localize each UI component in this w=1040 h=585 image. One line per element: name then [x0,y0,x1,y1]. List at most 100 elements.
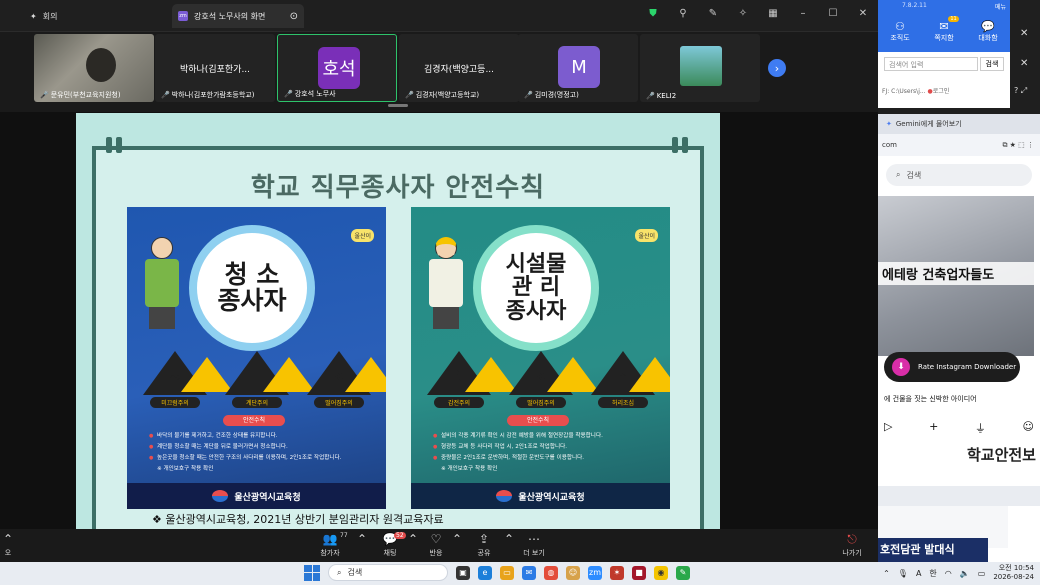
sparkle-icon[interactable]: ✧ [736,8,750,19]
tab-share-label: 강호석 노무사의 화면 [194,11,266,21]
slide-title: 학교 직무종사자 안전수칙 [250,173,546,203]
share-label: 공유 [477,549,491,557]
react-label: 반응 [429,549,443,557]
search-icon: ⌕ [337,567,342,577]
close-icon[interactable]: ✕ [1020,28,1028,39]
minimize-button[interactable]: – [796,8,810,19]
app-icon[interactable]: ☺ [566,565,580,580]
tab-messages[interactable]: ✉ 쪽지함 11 [934,16,959,43]
warning-sign: ⤳ 미끄럼주의 [141,351,233,411]
rule-note: ※ 개인보호구 착용 확인 [157,466,214,472]
participant-name: KELI2 [656,92,677,100]
tab-label: 조직도 [890,34,910,42]
clip-decoration [672,137,678,153]
warning-sign: ↯ 떨어짐주의 [305,351,386,411]
chevron-up-icon[interactable]: ⌃ [883,569,890,578]
help-icon[interactable]: ? ⤢ [1014,86,1027,96]
mascot-logo: 울산이 [351,229,374,242]
clock[interactable]: 오전 10:54 2026-08-24 [993,564,1034,582]
app-icon[interactable]: ✎ [676,565,690,580]
volume-icon[interactable]: 🔈 [960,569,970,578]
browser-search[interactable]: ⌕ 검색 [886,164,1032,186]
warning-label: 떨어짐주의 [516,397,566,408]
task-view-icon[interactable]: ▣ [456,565,470,580]
participant-name: 김경자(백양고등학교) [415,91,480,99]
rules-tag: 안전수칙 [507,415,569,426]
layout-icon[interactable]: ▦ [766,8,780,19]
more-icon[interactable]: ⊙ [290,11,298,22]
warning-sign: ϟ 감전주의 [425,351,517,411]
participant-tile[interactable]: M 🎤 김미경(명정고) [518,34,638,102]
app-icon[interactable]: ■ [632,565,646,580]
slide-caption: ❖ 울산광역시교육청, 2021년 상반기 분임관리자 원격교육자료 [152,513,444,526]
left-edge-control[interactable]: ⌃ 오 [0,532,30,558]
wifi-icon[interactable]: ◠ [945,569,952,578]
play-icon[interactable]: ▷ [884,420,892,436]
app-icon[interactable]: ✶ [610,565,624,580]
participant-tile[interactable]: 🎤 문유민(부천교육지원청) [34,34,154,102]
tab-chats[interactable]: 💬 대화함 [978,20,997,43]
start-button[interactable] [304,564,320,581]
participant-tile[interactable]: 🎤 KELI2 [640,34,760,102]
zoom-icon[interactable]: zm [588,565,602,580]
browser-tab[interactable]: ✦ Gemini에게 물어보기 [878,114,1040,134]
close-button[interactable]: ✕ [856,8,870,19]
participant-avatar: M [558,46,600,88]
filter-icon[interactable]: ⏚ [975,420,986,436]
maximize-button[interactable]: ☐ [826,8,840,19]
clip-decoration [682,137,688,153]
participant-tile-active[interactable]: 호석 🎤 강호석 노무사 [277,34,397,102]
security-shield-icon[interactable]: ⛊ [646,8,660,19]
window-controls: ⛊ ⚲ ✎ ✧ ▦ – ☐ ✕ [646,8,870,19]
leave-button[interactable]: ⎋ 나가기 [830,532,874,558]
mic-muted-icon: 🎤 [405,91,414,99]
more-button[interactable]: ⋯ 더 보기 [512,532,556,558]
tab-screen-share[interactable]: zm 강호석 노무사의 화면 ⊙ [172,4,304,28]
pen-icon[interactable]: ✎ [706,8,720,19]
close-icon[interactable]: ✕ [1020,58,1028,69]
instagram-downloader-prompt[interactable]: ⬇ Rate Instagram Downloader [884,352,1020,382]
app-version: 7.8.2.11 [902,2,927,9]
url-text: com [882,141,897,149]
address-bar[interactable]: com ⧉ ★ ⬚ ⋮ [878,134,1040,156]
tab-meeting[interactable]: ✦ 회의 [30,6,57,26]
mail-icon[interactable]: ✉ [522,565,536,580]
resize-handle[interactable] [388,104,408,107]
menu-button[interactable]: 메뉴 [995,2,1006,11]
ime-indicator[interactable]: 한 [929,568,936,579]
plus-icon[interactable]: + [929,420,938,436]
login-link[interactable]: 로그인 [933,88,950,95]
post-caption: 에 건물을 짓는 신박한 아이디어 [884,395,977,403]
file-explorer-icon[interactable]: ▭ [500,565,514,580]
poster-footer: 울산광역시교육청 [411,483,670,509]
warning-label: 떨어짐주의 [314,397,364,408]
participant-tile[interactable]: 김경자(백양고등... 🎤 김경자(백양고등학교) [399,34,519,102]
leave-icon: ⎋ [847,532,857,546]
video-thumbnail[interactable]: 에테랑 건축업자들도 [878,196,1034,356]
mic-muted-icon: 🎤 [40,91,49,99]
edge-icon[interactable]: e [478,565,492,580]
messenger-header: 7.8.2.11 메뉴 ⚇ 조직도 ✉ 쪽지함 11 💬 대화함 [878,0,1010,52]
avatar[interactable]: ☺ [1023,420,1034,436]
taskbar-search[interactable]: ⌕ 검색 [328,564,448,581]
back-injury-icon: ⌂ [618,369,628,385]
messenger-search-button[interactable]: 검색 [980,57,1004,71]
battery-icon[interactable]: ▭ [978,569,986,578]
rule-item: 설비의 각종 계기류 확인 시 감전 예방을 위해 절연장갑을 착용합니다. [433,431,661,442]
mic-icon[interactable]: 🎙 [898,569,908,578]
tab-org[interactable]: ⚇ 조직도 [890,20,909,43]
slide: 학교 직무종사자 안전수칙 청 소 종사자 울산이 ⤳ 미끄럼주의 ⌐ 계단주의 ↯… [76,113,720,529]
electric-icon: ϟ [454,369,464,385]
chrome-icon[interactable]: ◍ [544,565,558,580]
participant-tile[interactable]: 박하나(김포한가... 🎤 박하나(김포한가람초등학교) [155,34,275,102]
warning-sign: ⌂ 허리조심 [589,351,670,411]
emblem-icon [212,490,229,502]
thumbnail-title: 학교안전보 [966,446,1036,464]
annotate-icon[interactable]: ⚲ [676,8,690,19]
more-icon: ⋯ [528,532,540,546]
font-icon[interactable]: A [916,569,921,578]
participant-thumbnail [680,46,722,86]
next-page-button[interactable]: › [768,59,786,77]
kakaotalk-icon[interactable]: ◉ [654,565,668,580]
messenger-search-input[interactable]: 검색어 입력 [884,57,978,71]
